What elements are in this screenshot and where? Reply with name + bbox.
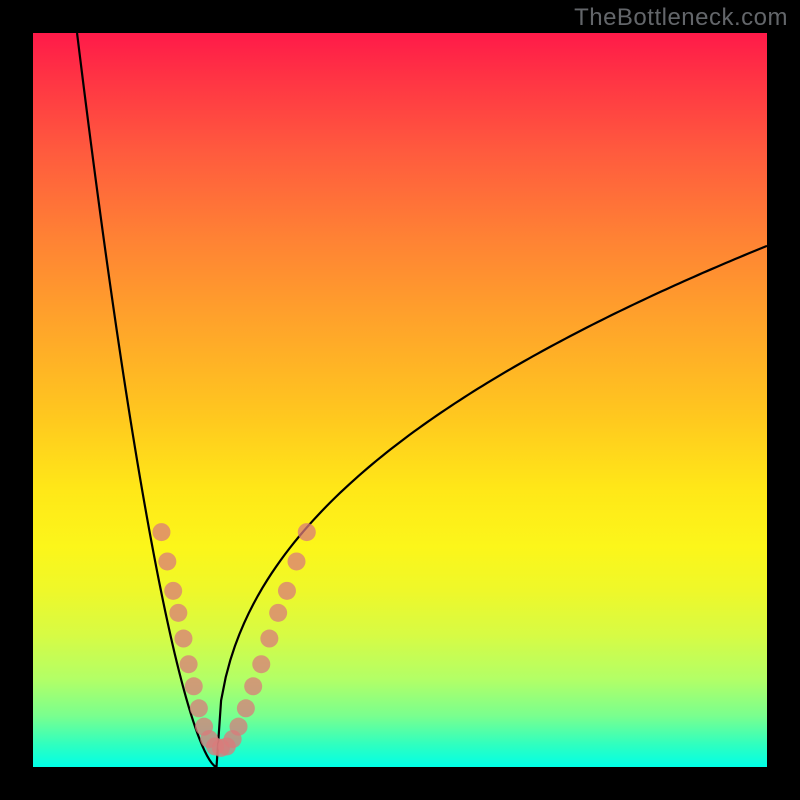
data-marker bbox=[152, 523, 170, 541]
marker-group bbox=[152, 523, 315, 757]
chart-container: TheBottleneck.com bbox=[0, 0, 800, 800]
data-marker bbox=[230, 718, 248, 736]
data-marker bbox=[164, 582, 182, 600]
data-marker bbox=[252, 655, 270, 673]
data-marker bbox=[174, 630, 192, 648]
data-marker bbox=[298, 523, 316, 541]
data-marker bbox=[260, 630, 278, 648]
data-marker bbox=[190, 699, 208, 717]
bottleneck-curve bbox=[77, 33, 767, 767]
data-marker bbox=[180, 655, 198, 673]
watermark-text: TheBottleneck.com bbox=[574, 4, 788, 32]
data-marker bbox=[278, 582, 296, 600]
data-marker bbox=[169, 604, 187, 622]
data-marker bbox=[237, 699, 255, 717]
data-marker bbox=[269, 604, 287, 622]
data-marker bbox=[244, 677, 262, 695]
data-marker bbox=[288, 552, 306, 570]
data-marker bbox=[185, 677, 203, 695]
data-marker bbox=[158, 552, 176, 570]
chart-overlay bbox=[33, 33, 767, 767]
